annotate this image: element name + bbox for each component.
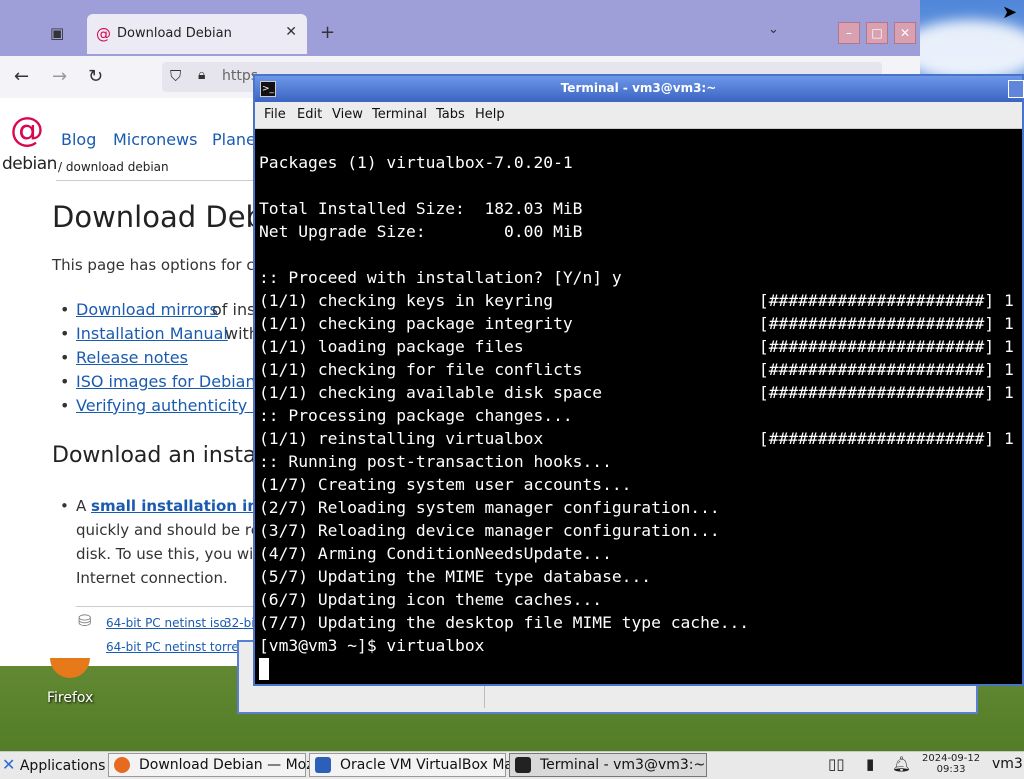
clock-date: 2024-09-12	[922, 753, 981, 764]
xfce-logo-icon: ✕	[2, 755, 16, 774]
terminal-line: (1/1) checking for file conflicts [#####…	[259, 360, 1014, 379]
terminal-line: (3/7) Reloading device manager configura…	[259, 521, 720, 540]
terminal-titlebar[interactable]: >_ Terminal - vm3@vm3:~	[255, 76, 1024, 102]
terminal-menubar: File Edit View Terminal Tabs Help	[255, 102, 1022, 129]
terminal-line: :: Running post-transaction hooks...	[259, 452, 612, 471]
applications-menu-button[interactable]: ✕ Applications	[2, 755, 105, 777]
download-disk-icon: ⛁	[78, 611, 92, 630]
firefox-desktop-icon[interactable]	[48, 658, 90, 686]
link-iso-images[interactable]: ISO images for Debian t	[76, 372, 267, 391]
taskbar-item-terminal[interactable]: Terminal - vm3@vm3:~	[509, 753, 707, 777]
list-tabs-chevron-icon[interactable]: ⌄	[768, 22, 779, 37]
mouse-pointer-icon: ➤	[1002, 2, 1018, 23]
tab-title: Download Debian	[117, 26, 232, 41]
terminal-window[interactable]: >_ Terminal - vm3@vm3:~ File Edit View T…	[253, 74, 1024, 686]
menu-edit[interactable]: Edit	[297, 107, 322, 122]
battery-icon[interactable]: ▮	[866, 755, 874, 773]
close-window-button[interactable]: ✕	[894, 22, 916, 44]
close-tab-icon[interactable]: ✕	[285, 24, 297, 40]
taskbar-item-firefox[interactable]: Download Debian — Moz...	[108, 753, 327, 777]
applications-label: Applications	[19, 758, 106, 774]
reload-icon[interactable]: ↻	[88, 66, 103, 87]
nav-link-micronews[interactable]: Micronews	[113, 130, 197, 149]
firefox-icon	[114, 757, 130, 773]
terminal-line: (1/1) reinstalling virtualbox [#########…	[259, 429, 1014, 448]
menu-view[interactable]: View	[332, 107, 363, 122]
link-64bit-netinst-iso[interactable]: 64-bit PC netinst iso	[106, 616, 227, 630]
virtualbox-icon	[315, 757, 331, 773]
terminal-line: (6/7) Updating icon theme caches...	[259, 590, 603, 609]
taskbar-item-virtualbox[interactable]: Oracle VM VirtualBox Ma...	[309, 753, 526, 777]
section-heading: Download an instal	[52, 443, 263, 468]
forward-arrow-icon[interactable]: →	[52, 66, 67, 87]
installer-line-1: A small installation im	[76, 494, 263, 518]
terminal-line: Total Installed Size: 182.03 MiB	[259, 199, 583, 218]
debian-logo-text[interactable]: debian	[2, 154, 57, 174]
page-title: Download Debi	[52, 200, 273, 234]
terminal-line: (5/7) Updating the MIME type database...	[259, 567, 652, 586]
terminal-line: (1/1) loading package files [###########…	[259, 337, 1014, 356]
lock-icon[interactable]: 🔒︎	[198, 67, 205, 83]
installer-line-2: quickly and should be re	[76, 521, 260, 539]
nav-link-planet[interactable]: Plane	[212, 130, 256, 149]
menu-tabs[interactable]: Tabs	[436, 107, 465, 122]
installer-line-4: Internet connection.	[76, 569, 228, 587]
list-item-text: of ins	[212, 300, 256, 319]
back-arrow-icon[interactable]: ←	[14, 66, 29, 87]
link-small-installation-image[interactable]: small installation im	[91, 497, 263, 515]
breadcrumb: / download debian	[58, 160, 169, 174]
tab-bar: ▣ @ Download Debian ✕ + ⌄ – □ ✕	[0, 0, 920, 56]
firefox-icon	[50, 658, 90, 678]
desktop-icon-label[interactable]: Firefox	[47, 690, 93, 706]
terminal-title: Terminal - vm3@vm3:~	[560, 81, 717, 95]
new-tab-button[interactable]: +	[320, 22, 335, 43]
workspace-switcher[interactable]: ▯▯	[828, 755, 845, 773]
terminal-line: (1/1) checking available disk space [###…	[259, 383, 1014, 402]
user-menu[interactable]: vm3	[992, 756, 1023, 772]
terminal-line: (1/1) checking keys in keyring [########…	[259, 291, 1014, 310]
installer-prefix: A	[76, 497, 92, 515]
debian-favicon-icon: @	[96, 25, 111, 43]
terminal-line: (4/7) Arming ConditionNeedsUpdate...	[259, 544, 612, 563]
tab-download-debian[interactable]: @ Download Debian ✕	[87, 14, 307, 54]
minimize-button[interactable]: –	[838, 22, 860, 44]
tab-overview-icon[interactable]: ▣	[50, 24, 68, 42]
taskbar-item-label: Terminal - vm3@vm3:~	[540, 757, 706, 773]
tracking-shield-icon[interactable]: ⛉	[170, 67, 181, 85]
link-installation-manual[interactable]: Installation Manual	[76, 324, 228, 343]
link-download-mirrors[interactable]: Download mirrors	[76, 300, 218, 319]
link-release-notes[interactable]: Release notes	[76, 348, 188, 367]
terminal-line: (1/7) Creating system user accounts...	[259, 475, 632, 494]
taskbar: ✕ Applications Download Debian — Moz... …	[0, 751, 1024, 779]
nav-link-blog[interactable]: Blog	[61, 130, 96, 149]
link-verifying-authenticity[interactable]: Verifying authenticity of	[76, 396, 268, 415]
clock[interactable]: 2024-09-12 09:33	[922, 753, 980, 775]
terminal-cursor	[259, 658, 269, 680]
maximize-button[interactable]: □	[866, 22, 888, 44]
intro-text: This page has options for c	[52, 256, 255, 274]
terminal-line: Packages (1) virtualbox-7.0.20-1	[259, 153, 573, 172]
maximize-button[interactable]	[1008, 80, 1024, 98]
terminal-line: :: Processing package changes...	[259, 406, 573, 425]
menu-help[interactable]: Help	[475, 107, 505, 122]
notification-bell-icon[interactable]: 🔔︎	[892, 755, 911, 773]
terminal-line: (7/7) Updating the desktop file MIME typ…	[259, 613, 750, 632]
taskbar-item-label: Download Debian — Moz...	[139, 757, 327, 773]
terminal-line: (2/7) Reloading system manager configura…	[259, 498, 720, 517]
menu-terminal[interactable]: Terminal	[372, 107, 427, 122]
terminal-icon	[515, 757, 531, 773]
debian-swirl-icon[interactable]: @	[10, 112, 44, 148]
terminal-prompt-line: [vm3@vm3 ~]$ virtualbox	[259, 636, 485, 655]
terminal-line: (1/1) checking package integrity [######…	[259, 314, 1014, 333]
menu-file[interactable]: File	[264, 107, 286, 122]
terminal-line: :: Proceed with installation? [Y/n] y	[259, 268, 622, 287]
taskbar-item-label: Oracle VM VirtualBox Ma...	[340, 757, 527, 773]
link-64bit-netinst-torrents[interactable]: 64-bit PC netinst torrents	[106, 640, 257, 654]
clock-time: 09:33	[936, 764, 966, 775]
installer-line-3: disk. To use this, you wi	[76, 545, 254, 563]
terminal-line: Net Upgrade Size: 0.00 MiB	[259, 222, 583, 241]
terminal-output[interactable]: Packages (1) virtualbox-7.0.20-1 Total I…	[259, 130, 1019, 680]
